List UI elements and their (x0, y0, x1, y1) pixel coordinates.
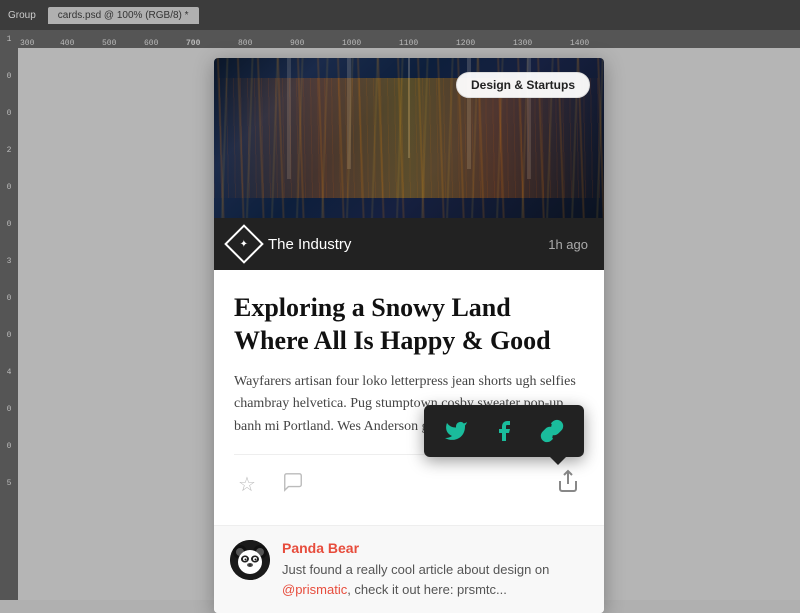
twitter-share-button[interactable] (438, 413, 474, 449)
article-title: Exploring a Snowy Land Where All Is Happ… (234, 292, 584, 357)
category-badge[interactable]: Design & Startups (456, 72, 590, 98)
source-info: ✦ The Industry (230, 230, 351, 258)
card-body: Exploring a Snowy Land Where All Is Happ… (214, 270, 604, 525)
ps-toolbar: Group cards.psd @ 100% (RGB/8) * (0, 0, 800, 30)
share-icon (556, 469, 580, 499)
comment-button[interactable] (278, 467, 308, 502)
star-icon: ☆ (238, 472, 256, 497)
share-button[interactable] (552, 465, 584, 503)
ruler-vertical: 1002003004005 (0, 30, 18, 600)
copy-link-button[interactable] (534, 413, 570, 449)
source-time: 1h ago (548, 237, 588, 252)
card-actions: ☆ (234, 454, 584, 509)
ps-app-name: Group (8, 10, 36, 21)
source-logo-icon: ✦ (224, 224, 264, 264)
mention-link[interactable]: @prismatic (282, 582, 347, 597)
favorite-button[interactable]: ☆ (234, 468, 260, 501)
article-card: Design & Startups ✦ The Industry 1h ago … (214, 58, 604, 613)
comment-text: Just found a really cool article about d… (282, 560, 588, 599)
ruler-horizontal: 300 400 500 600 700 800 900 1000 1100 12… (0, 30, 800, 48)
ps-tab-active[interactable]: cards.psd @ 100% (RGB/8) * (48, 7, 199, 24)
ps-tabs: cards.psd @ 100% (RGB/8) * (48, 7, 199, 24)
comment-body: Panda Bear Just found a really cool arti… (282, 540, 588, 599)
commenter-avatar (230, 540, 270, 580)
commenter-name: Panda Bear (282, 540, 588, 556)
facebook-share-button[interactable] (486, 413, 522, 449)
card-hero-image: Design & Startups (214, 58, 604, 218)
source-name: The Industry (268, 236, 351, 253)
card-source-bar: ✦ The Industry 1h ago (214, 218, 604, 270)
canvas-area: Design & Startups ✦ The Industry 1h ago … (18, 48, 800, 600)
share-popup (424, 405, 584, 457)
comment-icon (282, 471, 304, 498)
